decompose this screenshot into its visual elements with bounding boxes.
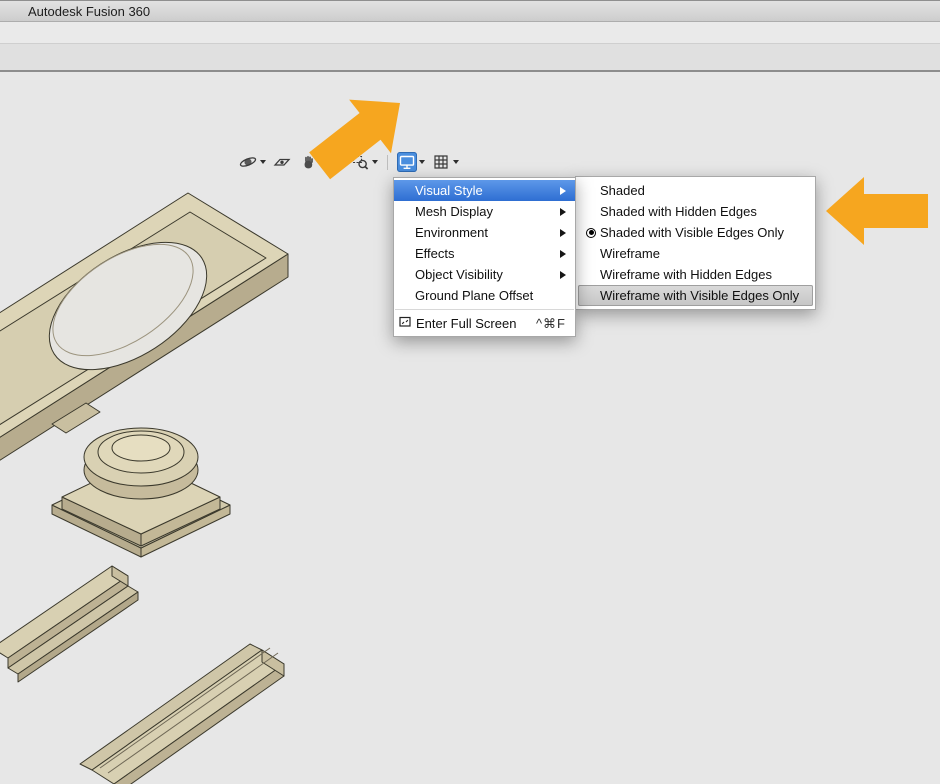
zoom-window-icon	[350, 152, 370, 172]
dropdown-caret-icon	[453, 160, 459, 164]
submenu-item-wireframe[interactable]: Wireframe	[576, 243, 815, 264]
dropdown-caret-icon	[260, 160, 266, 164]
orbit-button[interactable]	[238, 152, 266, 172]
submenu-item-shaded-with-visible-edges-only[interactable]: Shaded with Visible Edges Only	[576, 222, 815, 243]
submenu-arrow-icon	[560, 187, 566, 195]
submenu-item-shaded[interactable]: Shaded	[576, 180, 815, 201]
grid-settings-button[interactable]	[431, 152, 459, 172]
view-toolbar	[238, 150, 459, 174]
radio-indicator	[586, 228, 596, 238]
menu-item-label: Ground Plane Offset	[415, 288, 533, 303]
menu-item-ground-plane-offset[interactable]: Ground Plane Offset	[394, 285, 575, 306]
submenu-item-wireframe-with-visible-edges-only[interactable]: Wireframe with Visible Edges Only	[578, 285, 813, 306]
menu-item-label: Effects	[415, 246, 455, 261]
submenu-item-label: Shaded with Visible Edges Only	[600, 225, 784, 240]
visual-style-submenu: Shaded Shaded with Hidden Edges Shaded w…	[575, 176, 816, 310]
submenu-item-wireframe-with-hidden-edges[interactable]: Wireframe with Hidden Edges	[576, 264, 815, 285]
submenu-item-label: Shaded	[600, 183, 645, 198]
menu-item-environment[interactable]: Environment	[394, 222, 575, 243]
dropdown-caret-icon	[372, 160, 378, 164]
menu-item-label: Object Visibility	[415, 267, 503, 282]
menu-item-enter-full-screen[interactable]: Enter Full Screen ^⌘F	[394, 313, 575, 334]
window-title: Autodesk Fusion 360	[28, 4, 150, 19]
pan-button[interactable]	[298, 152, 318, 172]
viewport-canvas[interactable]: Visual Style Mesh Display Environment Ef…	[0, 72, 940, 784]
grid-settings-icon	[431, 152, 451, 172]
toolbar-band-upper	[0, 22, 940, 44]
submenu-arrow-icon	[560, 208, 566, 216]
display-settings-menu: Visual Style Mesh Display Environment Ef…	[393, 177, 576, 337]
menu-item-mesh-display[interactable]: Mesh Display	[394, 201, 575, 222]
menu-item-label: Mesh Display	[415, 204, 493, 219]
cad-part-knob	[52, 428, 230, 557]
display-settings-icon	[397, 152, 417, 172]
menu-item-visual-style[interactable]: Visual Style	[394, 180, 575, 201]
menu-item-label: Environment	[415, 225, 488, 240]
cad-part-rail-large	[80, 644, 284, 784]
toolbar-separator	[387, 155, 388, 170]
menu-item-label: Visual Style	[415, 183, 483, 198]
submenu-arrow-icon	[560, 271, 566, 279]
zoom-button[interactable]	[324, 152, 344, 172]
submenu-arrow-icon	[560, 250, 566, 258]
menu-separator	[395, 309, 574, 310]
cad-part-plate	[0, 193, 288, 464]
pan-icon	[298, 152, 318, 172]
display-settings-button[interactable]	[397, 152, 425, 172]
dropdown-caret-icon	[419, 160, 425, 164]
menu-item-label: Enter Full Screen	[416, 316, 516, 331]
fullscreen-icon	[399, 316, 411, 331]
submenu-item-label: Wireframe	[600, 246, 660, 261]
submenu-item-label: Wireframe with Visible Edges Only	[600, 288, 799, 303]
submenu-item-shaded-with-hidden-edges[interactable]: Shaded with Hidden Edges	[576, 201, 815, 222]
look-at-icon	[272, 152, 292, 172]
menu-shortcut: ^⌘F	[536, 316, 566, 332]
cad-part-rail-small	[0, 566, 138, 682]
toolbar-band-lower	[0, 44, 940, 72]
menu-item-object-visibility[interactable]: Object Visibility	[394, 264, 575, 285]
look-at-button[interactable]	[272, 152, 292, 172]
submenu-arrow-icon	[560, 229, 566, 237]
window-titlebar: Autodesk Fusion 360	[0, 0, 940, 22]
orbit-icon	[238, 152, 258, 172]
menu-item-effects[interactable]: Effects	[394, 243, 575, 264]
zoom-icon	[324, 152, 344, 172]
submenu-item-label: Wireframe with Hidden Edges	[600, 267, 772, 282]
zoom-window-button[interactable]	[350, 152, 378, 172]
app-window: Autodesk Fusion 360	[0, 0, 940, 784]
menu-gutter	[582, 228, 600, 238]
submenu-item-label: Shaded with Hidden Edges	[600, 204, 757, 219]
